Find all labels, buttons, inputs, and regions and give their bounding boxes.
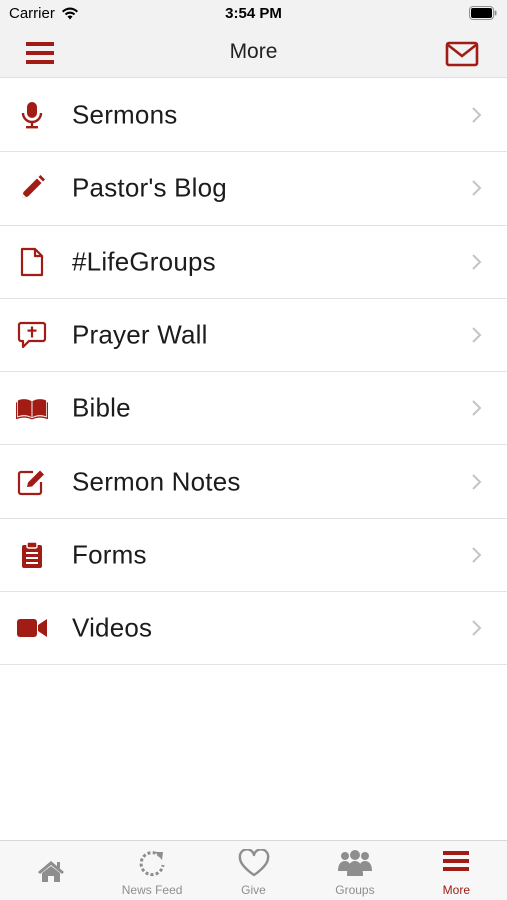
chevron-right-icon [472, 473, 482, 490]
tab-news-feed[interactable]: News Feed [101, 841, 202, 900]
tab-label: Give [241, 883, 266, 897]
battery-icon [469, 6, 497, 20]
heart-icon [238, 849, 269, 877]
page-title: More [229, 40, 278, 63]
menu-item-label: Videos [72, 612, 153, 643]
chevron-right-icon [472, 327, 482, 343]
tab-more[interactable]: More [406, 841, 507, 900]
document-icon [16, 246, 48, 278]
people-icon [337, 850, 372, 876]
tab-label: More [442, 883, 470, 897]
chevron-right-icon [472, 547, 482, 563]
microphone-icon [16, 99, 48, 131]
tab-label: Groups [335, 883, 375, 897]
menu-item-label: Sermon Notes [72, 466, 241, 497]
home-icon [37, 861, 64, 882]
menu-item-label: Sermons [72, 99, 178, 130]
refresh-icon [139, 851, 165, 877]
tab-home[interactable] [0, 841, 101, 900]
menu-item-prayer-wall[interactable]: Prayer Wall [0, 298, 507, 373]
prayer-bubble-icon [16, 319, 48, 351]
menu-item-sermon-notes[interactable]: Sermon Notes [0, 445, 507, 519]
navigation-bar: More [0, 28, 507, 78]
mail-icon[interactable] [445, 40, 479, 68]
menu-item-label: #LifeGroups [72, 246, 216, 277]
chevron-right-icon [472, 107, 482, 123]
menu-item-label: Prayer Wall [72, 319, 208, 350]
menu-item-pastors-blog[interactable]: Pastor's Blog [0, 152, 507, 226]
status-time: 3:54 PM [225, 5, 282, 22]
clipboard-icon [16, 539, 48, 571]
menu-item-label: Pastor's Blog [72, 172, 227, 203]
menu-item-bible[interactable]: Bible [0, 372, 507, 446]
edit-note-icon [16, 466, 48, 498]
menu-item-videos[interactable]: Videos [0, 592, 507, 666]
tab-label: News Feed [121, 883, 183, 897]
menu-item-lifegroups[interactable]: #LifeGroups [0, 225, 507, 299]
status-bar: Carrier 3:54 PM [0, 0, 507, 28]
chevron-right-icon [472, 620, 482, 636]
chevron-right-icon [472, 180, 482, 197]
more-menu-list: Sermons Pastor's Blog #LifeGroups Prayer… [0, 79, 507, 666]
open-book-icon [16, 392, 48, 424]
tab-bar: News Feed Give Groups More [0, 840, 507, 900]
video-camera-icon [16, 612, 48, 644]
menu-item-label: Forms [72, 539, 147, 570]
chevron-right-icon [472, 400, 482, 417]
menu-item-forms[interactable]: Forms [0, 518, 507, 593]
menu-icon [443, 851, 470, 871]
chevron-right-icon [472, 254, 482, 270]
menu-item-label: Bible [72, 392, 131, 423]
tab-groups[interactable]: Groups [304, 841, 405, 900]
tab-give[interactable]: Give [203, 841, 304, 900]
pencil-icon [16, 172, 48, 204]
menu-item-sermons[interactable]: Sermons [0, 79, 507, 153]
